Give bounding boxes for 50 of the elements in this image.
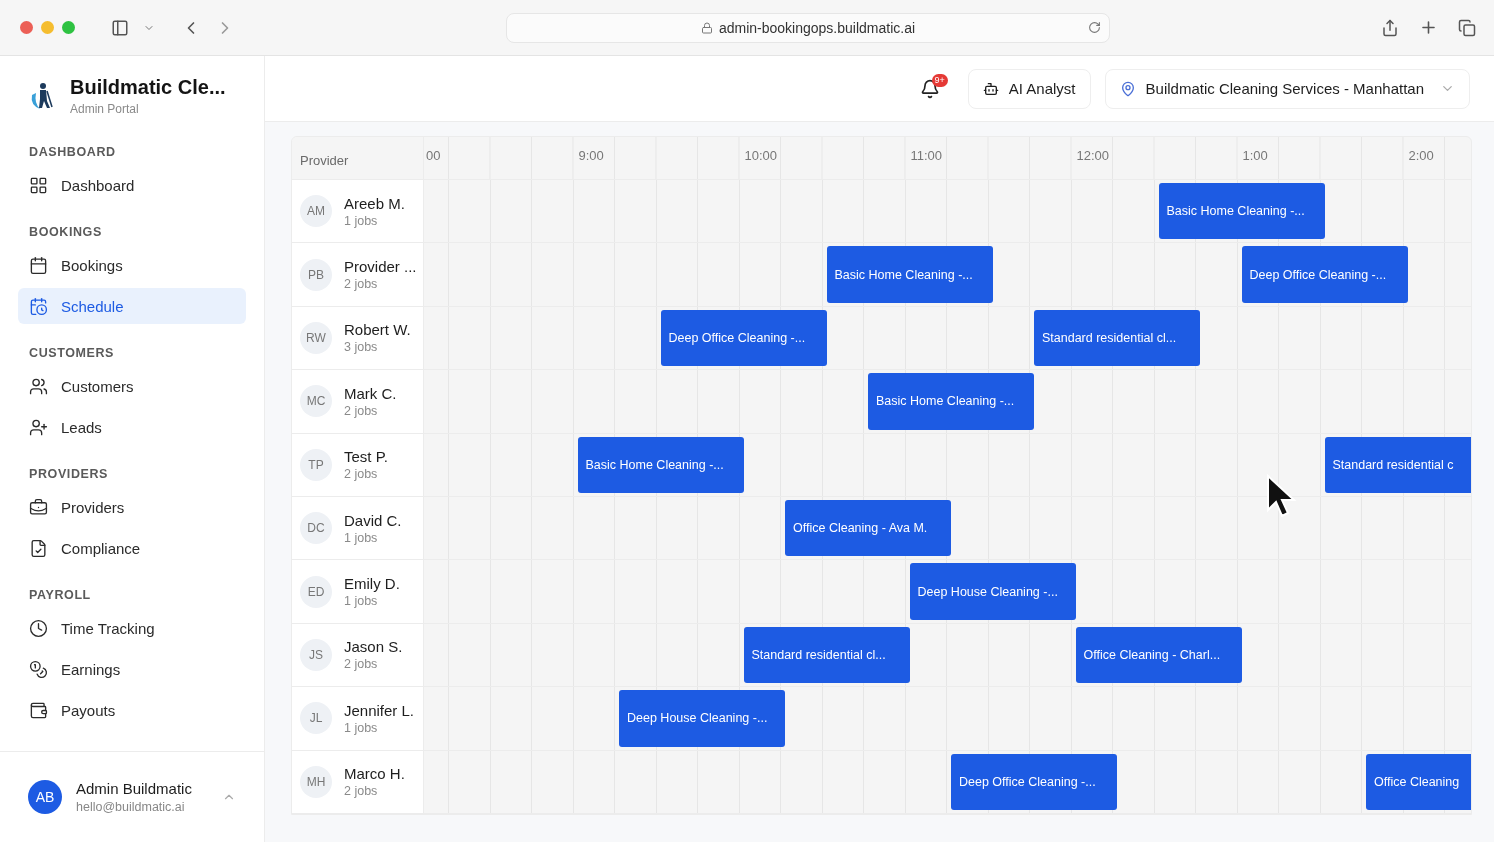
url-text: admin-bookingops.buildmatic.ai	[718, 19, 916, 36]
provider-name: Marco H.	[344, 765, 405, 783]
hour-label: 1:00	[1242, 148, 1268, 163]
hour-label: 10:00	[744, 148, 778, 163]
job-count: 1 jobs	[344, 720, 379, 735]
provider-avatar: JL	[300, 702, 332, 735]
user-name: Admin Buildmatic	[76, 780, 193, 797]
provider-name: Jennifer L.	[344, 701, 415, 719]
provider-name: Emily D.	[344, 575, 400, 593]
hour-label: 00	[426, 148, 441, 163]
provider-avatar: JS	[300, 638, 332, 671]
notification-badge: 9+	[931, 73, 948, 87]
job-count: 3 jobs	[344, 340, 379, 355]
provider-name: Mark C.	[344, 384, 397, 402]
brand-subtitle: Admin Portal	[70, 102, 140, 116]
user-email: hello@buildmatic.ai	[76, 800, 186, 814]
provider-avatar: MH	[300, 765, 332, 798]
provider-avatar: AM	[300, 195, 332, 228]
section-heading: CUSTOMERS	[28, 345, 116, 362]
provider-name: David C.	[344, 511, 402, 529]
hour-label: 2:00	[1408, 148, 1434, 163]
user-avatar: AB	[28, 780, 62, 814]
provider-avatar: DC	[300, 512, 332, 545]
job-count: 2 jobs	[344, 277, 379, 292]
job-count: 1 jobs	[344, 213, 379, 228]
provider-avatar: ED	[300, 575, 332, 608]
provider-name: Provider ...	[344, 258, 417, 276]
job-count: 1 jobs	[344, 594, 379, 609]
provider-name: Test P.	[344, 448, 388, 466]
hour-label: 12:00	[1076, 148, 1110, 163]
provider-avatar: PB	[300, 258, 332, 291]
job-count: 2 jobs	[344, 467, 379, 482]
provider-name: Robert W.	[344, 321, 411, 339]
provider-name: Areeb M.	[344, 194, 405, 212]
provider-avatar: TP	[300, 448, 332, 481]
section-heading: BOOKINGS	[28, 224, 103, 241]
hour-label: 9:00	[578, 148, 604, 163]
job-count: 2 jobs	[344, 784, 379, 799]
hour-label: 11:00	[910, 148, 943, 163]
job-count: 2 jobs	[344, 657, 379, 672]
job-count: 2 jobs	[344, 403, 379, 418]
section-heading: PROVIDERS	[28, 466, 110, 483]
section-heading: PAYROLL	[28, 587, 92, 604]
provider-name: Jason S.	[344, 638, 403, 656]
job-count: 1 jobs	[344, 530, 379, 545]
provider-avatar: RW	[300, 321, 332, 354]
provider-avatar: MC	[300, 385, 332, 418]
column-header: Provider	[300, 152, 349, 168]
brand-name: Buildmatic Cle...	[70, 76, 226, 99]
section-heading: DASHBOARD	[28, 144, 117, 161]
